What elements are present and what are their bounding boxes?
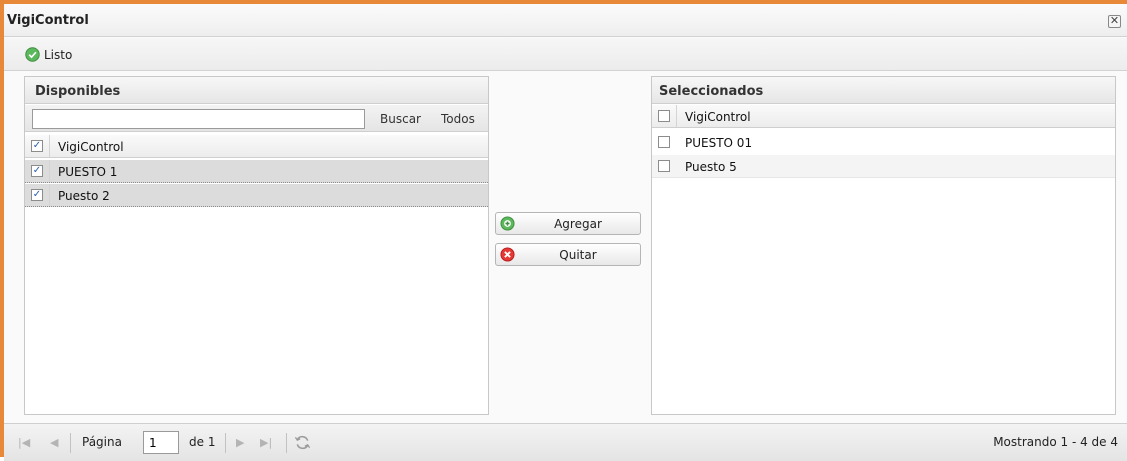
row-checkbox[interactable]	[658, 160, 670, 172]
list-item[interactable]: ✓ PUESTO 1	[25, 160, 488, 183]
remove-button-label: Quitar	[559, 248, 597, 262]
list-item-label: Puesto 2	[58, 189, 110, 203]
list-item-label: PUESTO 1	[58, 165, 118, 179]
remove-button[interactable]: Quitar	[495, 243, 641, 266]
search-input[interactable]	[32, 109, 365, 129]
available-column-header: VigiControl	[58, 140, 124, 154]
available-panel-title: Disponibles	[35, 84, 121, 99]
pager-separator	[286, 433, 287, 453]
window-title: VigiControl	[7, 13, 89, 28]
selected-panel: Seleccionados VigiControl PUESTO 01 Pues…	[651, 76, 1116, 415]
status-text: Listo	[44, 48, 73, 62]
available-select-all-checkbox[interactable]: ✓	[31, 140, 43, 152]
title-bar: VigiControl ✕	[4, 4, 1127, 37]
search-button[interactable]: Buscar	[380, 112, 421, 126]
vigicontrol-window: VigiControl ✕ Listo Disponibles Buscar T…	[0, 0, 1127, 461]
row-checkbox-cell: ✓	[25, 184, 50, 206]
row-checkbox-cell	[652, 155, 677, 177]
pager-separator	[225, 433, 226, 453]
close-icon[interactable]: ✕	[1108, 15, 1121, 28]
next-page-icon[interactable]: ▶	[236, 436, 244, 449]
list-item[interactable]: PUESTO 01	[652, 131, 1115, 154]
available-toolbar: Buscar Todos	[25, 105, 488, 132]
pagination-summary: Mostrando 1 - 4 de 4	[993, 435, 1118, 449]
page-number-input[interactable]	[143, 431, 179, 454]
check-circle-icon	[25, 47, 40, 62]
status-bar: Listo	[4, 38, 1127, 71]
page-label: Página	[82, 435, 122, 449]
page-count-label: de 1	[189, 435, 216, 449]
selected-grid-header: VigiControl	[652, 105, 1115, 128]
refresh-icon[interactable]	[294, 434, 311, 451]
selected-panel-header: Seleccionados	[652, 77, 1115, 104]
available-panel-header: Disponibles	[25, 77, 488, 104]
add-button[interactable]: Agregar	[495, 212, 641, 235]
list-item-label: Puesto 5	[685, 160, 737, 174]
row-checkbox[interactable]: ✓	[31, 189, 43, 201]
add-button-label: Agregar	[554, 217, 602, 231]
row-checkbox-cell	[652, 131, 677, 153]
available-header-checkbox-cell: ✓	[25, 135, 50, 157]
prev-page-icon[interactable]: ◀	[50, 436, 58, 449]
row-checkbox-cell: ✓	[25, 160, 50, 182]
selected-select-all-checkbox[interactable]	[658, 110, 670, 122]
row-checkbox[interactable]: ✓	[31, 165, 43, 177]
available-grid-header: ✓ VigiControl	[25, 135, 488, 158]
list-item-label: PUESTO 01	[685, 136, 753, 150]
all-button[interactable]: Todos	[441, 112, 475, 126]
first-page-icon[interactable]: |◀	[18, 436, 30, 449]
pagination-bar: |◀ ◀ Página de 1 ▶ ▶| Mostrando 1 - 4 de…	[4, 423, 1127, 461]
list-item[interactable]: ✓ Puesto 2	[25, 184, 488, 207]
last-page-icon[interactable]: ▶|	[260, 436, 272, 449]
selected-header-checkbox-cell	[652, 105, 677, 127]
list-item[interactable]: Puesto 5	[652, 155, 1115, 178]
selected-column-header: VigiControl	[685, 110, 751, 124]
selected-panel-title: Seleccionados	[659, 84, 764, 99]
row-checkbox[interactable]	[658, 136, 670, 148]
available-panel: Disponibles Buscar Todos ✓ VigiControl ✓…	[24, 76, 489, 415]
pager-separator	[70, 433, 71, 453]
